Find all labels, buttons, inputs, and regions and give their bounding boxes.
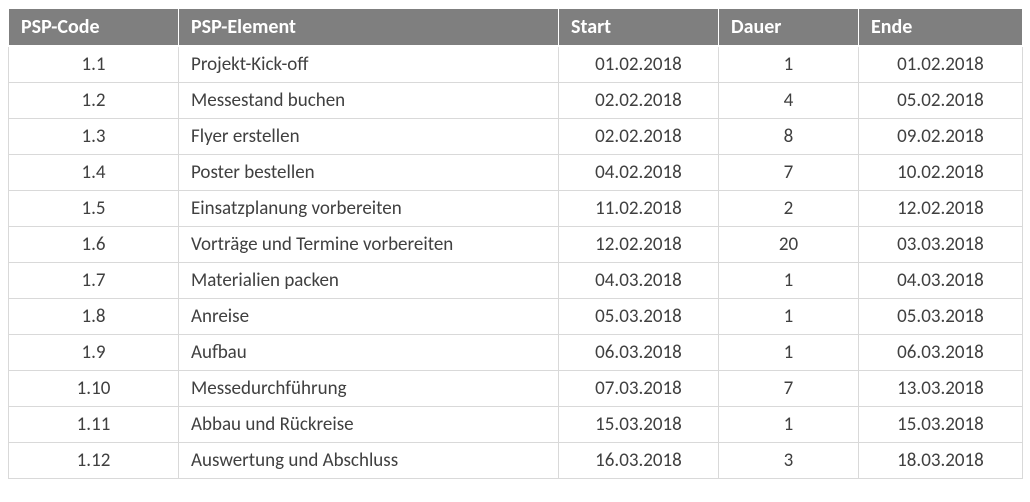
header-element: PSP-Element — [179, 9, 559, 47]
cell-start: 07.03.2018 — [559, 370, 719, 406]
cell-element: Messedurchführung — [179, 370, 559, 406]
cell-start: 04.02.2018 — [559, 154, 719, 190]
cell-ende: 05.03.2018 — [859, 298, 1023, 334]
cell-code: 1.12 — [9, 442, 179, 478]
cell-ende: 18.03.2018 — [859, 442, 1023, 478]
table-row: 1.3Flyer erstellen02.02.2018809.02.2018 — [9, 118, 1023, 154]
cell-code: 1.8 — [9, 298, 179, 334]
cell-dauer: 1 — [719, 334, 859, 370]
table-body: 1.1Projekt-Kick-off01.02.2018101.02.2018… — [9, 46, 1023, 478]
cell-ende: 04.03.2018 — [859, 262, 1023, 298]
cell-dauer: 7 — [719, 154, 859, 190]
table-row: 1.5Einsatzplanung vorbereiten11.02.20182… — [9, 190, 1023, 226]
cell-element: Poster bestellen — [179, 154, 559, 190]
table-row: 1.2Messestand buchen02.02.2018405.02.201… — [9, 82, 1023, 118]
table-header: PSP-Code PSP-Element Start Dauer Ende — [9, 9, 1023, 47]
cell-code: 1.11 — [9, 406, 179, 442]
cell-ende: 12.02.2018 — [859, 190, 1023, 226]
cell-start: 04.03.2018 — [559, 262, 719, 298]
cell-element: Messestand buchen — [179, 82, 559, 118]
cell-code: 1.10 — [9, 370, 179, 406]
cell-dauer: 8 — [719, 118, 859, 154]
table-row: 1.6Vorträge und Termine vorbereiten12.02… — [9, 226, 1023, 262]
cell-code: 1.2 — [9, 82, 179, 118]
cell-dauer: 3 — [719, 442, 859, 478]
cell-start: 02.02.2018 — [559, 82, 719, 118]
table-row: 1.9Aufbau06.03.2018106.03.2018 — [9, 334, 1023, 370]
cell-ende: 03.03.2018 — [859, 226, 1023, 262]
cell-start: 06.03.2018 — [559, 334, 719, 370]
cell-element: Vorträge und Termine vorbereiten — [179, 226, 559, 262]
table-row: 1.11Abbau und Rückreise15.03.2018115.03.… — [9, 406, 1023, 442]
cell-dauer: 2 — [719, 190, 859, 226]
cell-element: Anreise — [179, 298, 559, 334]
table-row: 1.7Materialien packen04.03.2018104.03.20… — [9, 262, 1023, 298]
table-row: 1.8Anreise05.03.2018105.03.2018 — [9, 298, 1023, 334]
cell-start: 11.02.2018 — [559, 190, 719, 226]
cell-code: 1.7 — [9, 262, 179, 298]
cell-ende: 15.03.2018 — [859, 406, 1023, 442]
cell-ende: 05.02.2018 — [859, 82, 1023, 118]
cell-element: Auswertung und Abschluss — [179, 442, 559, 478]
cell-ende: 01.02.2018 — [859, 46, 1023, 82]
cell-dauer: 1 — [719, 298, 859, 334]
cell-start: 16.03.2018 — [559, 442, 719, 478]
cell-ende: 10.02.2018 — [859, 154, 1023, 190]
cell-start: 12.02.2018 — [559, 226, 719, 262]
table-row: 1.12Auswertung und Abschluss16.03.201831… — [9, 442, 1023, 478]
cell-dauer: 1 — [719, 262, 859, 298]
cell-element: Aufbau — [179, 334, 559, 370]
cell-element: Flyer erstellen — [179, 118, 559, 154]
cell-start: 02.02.2018 — [559, 118, 719, 154]
table-row: 1.4Poster bestellen04.02.2018710.02.2018 — [9, 154, 1023, 190]
cell-code: 1.4 — [9, 154, 179, 190]
cell-dauer: 7 — [719, 370, 859, 406]
cell-start: 15.03.2018 — [559, 406, 719, 442]
table-row: 1.1Projekt-Kick-off01.02.2018101.02.2018 — [9, 46, 1023, 82]
cell-dauer: 1 — [719, 406, 859, 442]
cell-element: Projekt-Kick-off — [179, 46, 559, 82]
cell-ende: 06.03.2018 — [859, 334, 1023, 370]
header-dauer: Dauer — [719, 9, 859, 47]
cell-dauer: 20 — [719, 226, 859, 262]
header-code: PSP-Code — [9, 9, 179, 47]
cell-ende: 09.02.2018 — [859, 118, 1023, 154]
cell-element: Abbau und Rückreise — [179, 406, 559, 442]
cell-code: 1.1 — [9, 46, 179, 82]
cell-dauer: 1 — [719, 46, 859, 82]
psp-table: PSP-Code PSP-Element Start Dauer Ende 1.… — [8, 8, 1023, 479]
cell-code: 1.3 — [9, 118, 179, 154]
header-start: Start — [559, 9, 719, 47]
cell-ende: 13.03.2018 — [859, 370, 1023, 406]
cell-code: 1.6 — [9, 226, 179, 262]
cell-dauer: 4 — [719, 82, 859, 118]
table-row: 1.10Messedurchführung07.03.2018713.03.20… — [9, 370, 1023, 406]
header-ende: Ende — [859, 9, 1023, 47]
cell-element: Materialien packen — [179, 262, 559, 298]
cell-start: 05.03.2018 — [559, 298, 719, 334]
cell-element: Einsatzplanung vorbereiten — [179, 190, 559, 226]
cell-code: 1.9 — [9, 334, 179, 370]
cell-start: 01.02.2018 — [559, 46, 719, 82]
cell-code: 1.5 — [9, 190, 179, 226]
